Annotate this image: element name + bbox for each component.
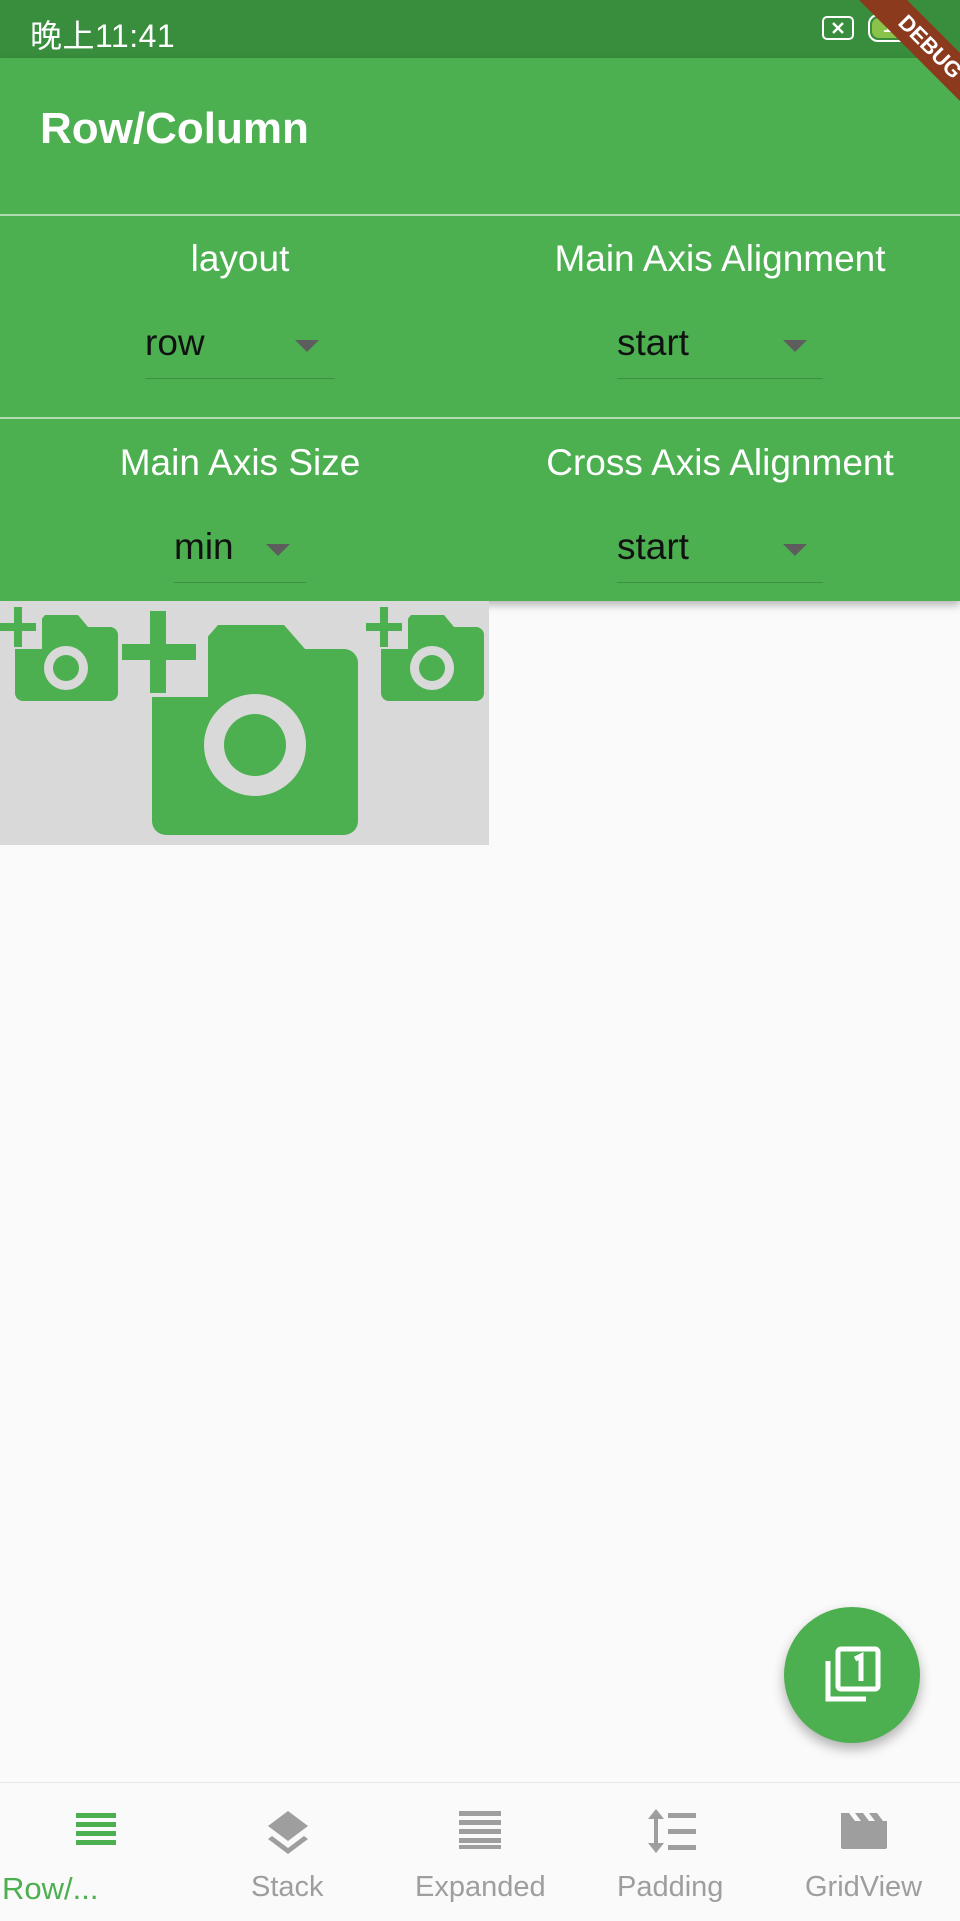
cross-axis-alignment-dropdown[interactable]: start [617,512,823,583]
main-axis-alignment-value: start [617,322,689,363]
layers-icon [268,1811,308,1854]
status-bar: 晚上11:41 100 [0,0,960,58]
cross-axis-alignment-value: start [617,526,689,567]
nav-item-expanded[interactable]: Expanded [384,1783,576,1921]
nav-item-row-column[interactable]: Row/... [0,1783,192,1921]
dropdown-arrow-icon [783,340,807,352]
nav-label-expanded: Expanded [415,1871,546,1903]
nav-label-stack: Stack [251,1871,324,1903]
main-axis-alignment-label: Main Axis Alignment [554,238,886,279]
divider [0,417,960,419]
dropdown-arrow-icon [295,340,319,352]
page-title: Row/Column [40,104,309,153]
app-bar: Row/Column layout row Main Axis Alignmen… [0,58,960,601]
layout-dropdown[interactable]: row [145,308,335,379]
main-axis-alignment-dropdown[interactable]: start [617,308,823,379]
layout-label: layout [190,238,290,279]
dropdown-arrow-icon [783,544,807,556]
clapperboard-icon [841,1813,887,1849]
main-axis-size-label: Main Axis Size [119,442,361,483]
nav-item-gridview[interactable]: GridView [768,1783,960,1921]
status-time: 晚上11:41 [30,18,176,54]
list-lines-icon [76,1813,116,1845]
bottom-navigation: Row/... Stack Expanded Padding GridView [0,1782,960,1921]
dropdown-arrow-icon [266,544,290,556]
add-photo-icon [366,607,484,701]
cross-axis-alignment-label: Cross Axis Alignment [546,442,894,483]
nav-item-padding[interactable]: Padding [576,1783,768,1921]
main-axis-size-value: min [174,526,234,567]
row-demo-container [0,601,489,845]
add-photo-icon [122,611,358,835]
line-spacing-icon [648,1809,696,1853]
add-photo-icon [0,607,118,701]
nav-item-stack[interactable]: Stack [192,1783,384,1921]
fab-button[interactable] [784,1607,920,1743]
layout-value: row [145,322,205,363]
nav-label-padding: Padding [617,1871,724,1903]
filter-1-icon [825,1646,881,1702]
nav-label-row-column: Row/... [2,1871,99,1906]
main-axis-size-dropdown[interactable]: min [174,512,306,583]
expanded-rows-icon [459,1811,501,1849]
sim-icon [822,16,854,40]
divider [0,214,960,216]
nav-label-gridview: GridView [805,1871,923,1903]
